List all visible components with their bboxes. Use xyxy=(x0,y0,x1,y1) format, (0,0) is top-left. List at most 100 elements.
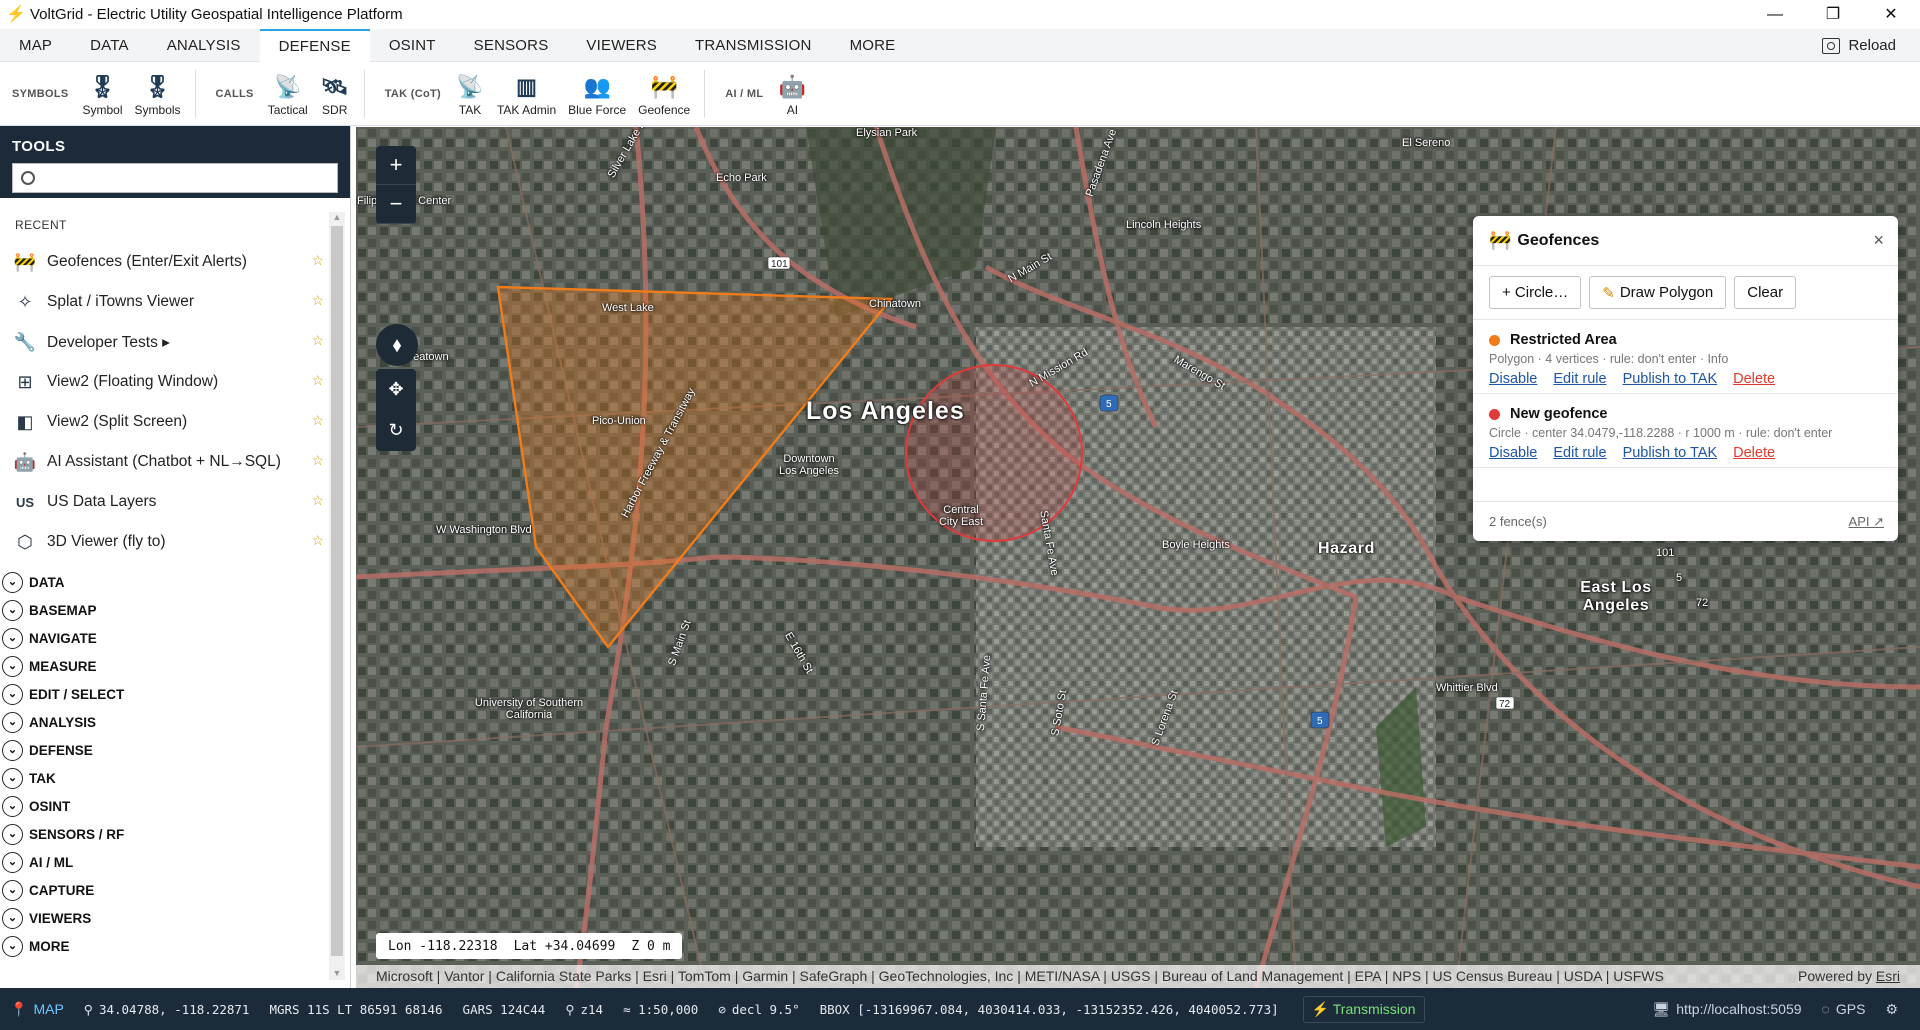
tab-transmission[interactable]: TRANSMISSION xyxy=(676,29,831,62)
geofences-panel: 🚧 Geofences × + Circle… ✎ Draw Polygon Cl… xyxy=(1473,216,1898,541)
geofence-actions: Disable Edit rule Publish to TAK Delete xyxy=(1489,445,1882,461)
geofence-actions: Disable Edit rule Publish to TAK Delete xyxy=(1489,371,1882,387)
chevron-down-icon: ⌄ xyxy=(2,935,23,957)
section-defense[interactable]: ⌄ DEFENSE xyxy=(0,736,328,764)
star-icon[interactable]: ☆ xyxy=(311,492,324,509)
recent-item-geofences[interactable]: 🚧 Geofences (Enter/Exit Alerts) ☆ xyxy=(0,242,328,282)
recent-item-label: AI Assistant (Chatbot + NL→SQL) xyxy=(47,453,281,470)
tak-label: TAK xyxy=(458,103,482,117)
section-more[interactable]: ⌄ MORE xyxy=(0,932,328,960)
satellite-icon: 🛰 xyxy=(320,74,349,99)
ai-button[interactable]: 🤖 AI xyxy=(771,71,813,117)
tak-button[interactable]: 📡 TAK xyxy=(449,71,491,117)
section-basemap[interactable]: ⌄ BASEMAP xyxy=(0,596,328,624)
recent-item-3d-viewer[interactable]: ⬡ 3D Viewer (fly to) ☆ xyxy=(0,522,328,562)
reload-label: Reload xyxy=(1848,37,1896,54)
esri-link[interactable]: Esri xyxy=(1876,968,1900,984)
section-sensors-rf[interactable]: ⌄ SENSORS / RF xyxy=(0,820,328,848)
disable-link[interactable]: Disable xyxy=(1489,371,1537,387)
cube-icon: ⬡ xyxy=(17,531,33,552)
geofence-meta: Polygon · 4 vertices · rule: don't enter… xyxy=(1489,352,1729,366)
tab-more[interactable]: MORE xyxy=(831,29,915,62)
section-analysis[interactable]: ⌄ ANALYSIS xyxy=(0,708,328,736)
tab-defense[interactable]: DEFENSE xyxy=(259,28,370,62)
recent-item-us-data-layers[interactable]: US US Data Layers ☆ xyxy=(0,482,328,522)
ribbon-divider xyxy=(363,70,365,118)
monitor-icon: 🖥 xyxy=(1652,1000,1671,1017)
disable-link[interactable]: Disable xyxy=(1489,445,1537,461)
latlon-text: 34.04788, -118.22871 xyxy=(98,1001,250,1017)
sdr-button[interactable]: 🛰 SDR xyxy=(314,71,356,117)
map-view[interactable]: 101 5 5 72 Los Angeles Hazard East Los A… xyxy=(356,127,1920,988)
edit-rule-link[interactable]: Edit rule xyxy=(1553,371,1606,387)
map-label: El Sereno xyxy=(1402,137,1451,149)
section-navigate[interactable]: ⌄ NAVIGATE xyxy=(0,624,328,652)
star-icon[interactable]: ☆ xyxy=(311,532,324,549)
star-icon[interactable]: ☆ xyxy=(311,412,324,429)
robot-icon: 🤖 xyxy=(13,451,37,472)
api-link[interactable]: API ↗ xyxy=(1849,514,1884,530)
section-ai-ml[interactable]: ⌄ AI / ML xyxy=(0,848,328,876)
close-icon[interactable]: × xyxy=(1873,230,1884,251)
tools-sidebar: TOOLS RECENT 🚧 Geofences (Enter/Exit Aler… xyxy=(0,126,351,988)
section-viewers[interactable]: ⌄ VIEWERS xyxy=(0,904,328,932)
recent-item-view2-split[interactable]: ◧ View2 (Split Screen) ☆ xyxy=(0,402,328,442)
tak-admin-button[interactable]: ▥ TAK Admin xyxy=(491,71,562,117)
symbol-button[interactable]: 🎖 Symbol xyxy=(77,71,129,117)
delete-link[interactable]: Delete xyxy=(1733,371,1775,387)
chevron-down-icon: ⌄ xyxy=(2,767,23,789)
publish-to-tak-link[interactable]: Publish to TAK xyxy=(1623,445,1718,461)
star-icon[interactable]: ☆ xyxy=(311,452,324,469)
clear-button[interactable]: Clear xyxy=(1734,276,1797,309)
zoom-in-button[interactable]: + xyxy=(376,146,416,185)
map-mode-indicator[interactable]: 📍 MAP xyxy=(0,1001,74,1018)
minimize-button[interactable]: — xyxy=(1746,0,1804,29)
edit-rule-link[interactable]: Edit rule xyxy=(1553,445,1606,461)
recent-item-ai-assistant[interactable]: 🤖 AI Assistant (Chatbot + NL→SQL) ☆ xyxy=(0,442,328,482)
close-window-button[interactable]: ✕ xyxy=(1862,0,1920,29)
tab-sensors[interactable]: SENSORS xyxy=(455,29,568,62)
transmission-button[interactable]: ⚡ Transmission xyxy=(1302,995,1425,1023)
section-tak[interactable]: ⌄ TAK xyxy=(0,764,328,792)
settings-icon[interactable]: ⚙ xyxy=(1875,1001,1920,1018)
publish-to-tak-link[interactable]: Publish to TAK xyxy=(1623,371,1718,387)
section-data[interactable]: ⌄ DATA xyxy=(0,568,328,596)
tools-search-input[interactable] xyxy=(41,165,337,191)
recent-item-developer-tests[interactable]: 🔧 Developer Tests ▸ ☆ xyxy=(0,322,328,362)
restore-button[interactable]: ❐ xyxy=(1804,0,1862,29)
delete-link[interactable]: Delete xyxy=(1733,445,1775,461)
reload-button[interactable]: Reload xyxy=(1822,29,1896,62)
geofence-button[interactable]: 🚧 Geofence xyxy=(632,71,696,117)
sidebar-scrollbar[interactable]: ▲ ▼ xyxy=(329,212,345,980)
tab-osint[interactable]: OSINT xyxy=(370,29,455,62)
scroll-up-icon[interactable]: ▲ xyxy=(329,212,345,224)
symbols-button[interactable]: 🎖 Symbols xyxy=(129,71,187,117)
add-circle-button[interactable]: + Circle… xyxy=(1489,276,1582,309)
star-icon[interactable]: ☆ xyxy=(311,252,324,269)
star-icon[interactable]: ☆ xyxy=(311,292,324,309)
map-label: Boyle Heights xyxy=(1162,539,1230,551)
scroll-down-icon[interactable]: ▼ xyxy=(329,968,345,980)
tactical-button[interactable]: 📡 Tactical xyxy=(262,71,314,117)
blue-force-button[interactable]: 👥 Blue Force xyxy=(562,71,632,117)
compass-icon[interactable]: ⬧ xyxy=(376,324,418,366)
star-icon[interactable]: ☆ xyxy=(311,332,324,349)
tab-analysis[interactable]: ANALYSIS xyxy=(148,29,260,62)
tab-map[interactable]: MAP xyxy=(0,29,71,62)
rotate-icon[interactable]: ↻ xyxy=(376,410,416,451)
section-capture[interactable]: ⌄ CAPTURE xyxy=(0,876,328,904)
section-measure[interactable]: ⌄ MEASURE xyxy=(0,652,328,680)
tab-viewers[interactable]: VIEWERS xyxy=(567,29,676,62)
zoom-out-button[interactable]: − xyxy=(376,185,416,224)
section-edit-select[interactable]: ⌄ EDIT / SELECT xyxy=(0,680,328,708)
pan-icon[interactable]: ✥ xyxy=(376,369,416,410)
recent-item-splat[interactable]: ✧ Splat / iTowns Viewer ☆ xyxy=(0,282,328,322)
scrollbar-thumb[interactable] xyxy=(331,226,343,956)
section-osint[interactable]: ⌄ OSINT xyxy=(0,792,328,820)
star-icon[interactable]: ☆ xyxy=(311,372,324,389)
tab-data[interactable]: DATA xyxy=(71,29,148,62)
draw-polygon-button[interactable]: ✎ Draw Polygon xyxy=(1589,276,1727,309)
recent-item-view2-floating[interactable]: ⊞ View2 (Floating Window) ☆ xyxy=(0,362,328,402)
draw-polygon-label: Draw Polygon xyxy=(1619,284,1714,301)
gps-toggle[interactable]: ◌ GPS xyxy=(1812,1001,1876,1017)
